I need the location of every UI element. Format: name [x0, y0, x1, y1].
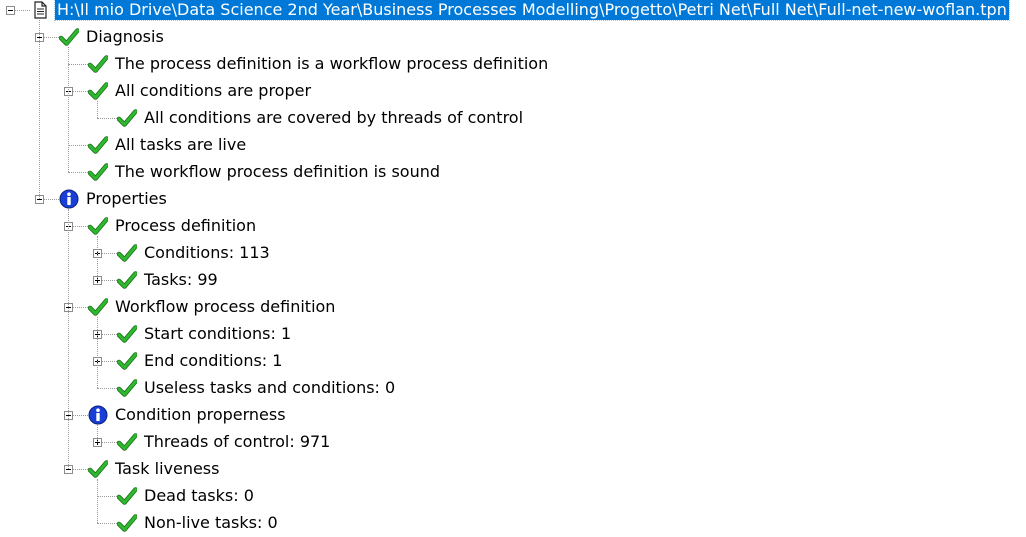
tree-connector: [97, 496, 117, 497]
tree-guide-line: [68, 209, 69, 469]
document-icon: [30, 0, 50, 20]
info-icon: [88, 405, 108, 425]
tree-node-label[interactable]: All conditions are proper: [113, 80, 313, 101]
check-icon: [116, 378, 138, 398]
tree-node-label[interactable]: Task liveness: [113, 458, 221, 479]
check-icon: [87, 135, 109, 155]
tree-node-label[interactable]: The workflow process definition is sound: [113, 161, 442, 182]
check-icon: [58, 27, 80, 47]
check-icon: [87, 459, 109, 479]
tree-node-label[interactable]: All tasks are live: [113, 134, 248, 155]
tree-connector: [68, 64, 88, 65]
check-icon: [116, 270, 138, 290]
tree-node-label[interactable]: Useless tasks and conditions: 0: [142, 377, 397, 398]
tree-guide-line: [97, 479, 98, 523]
tree-guide-line: [68, 47, 69, 172]
check-icon: [87, 216, 109, 236]
check-icon: [116, 108, 138, 128]
analysis-tree[interactable]: H:\Il mio Drive\Data Science 2nd Year\Bu…: [0, 0, 1026, 535]
tree-node-label[interactable]: Process definition: [113, 215, 258, 236]
check-icon: [116, 324, 138, 344]
check-icon: [116, 513, 138, 533]
info-icon: [59, 189, 79, 209]
tree-connector: [68, 172, 88, 173]
tree-guide-line: [97, 425, 98, 442]
tree-guide-line: [39, 20, 40, 199]
check-icon: [116, 351, 138, 371]
tree-connector: [97, 523, 117, 524]
tree-node-label[interactable]: Diagnosis: [84, 26, 166, 47]
tree-connector: [97, 388, 117, 389]
tree-node-label[interactable]: Start conditions: 1: [142, 323, 293, 344]
tree-connector: [97, 118, 117, 119]
tree-node-label[interactable]: Properties: [84, 188, 169, 209]
check-icon: [116, 486, 138, 506]
tree-guide-line: [97, 236, 98, 280]
tree-node-label[interactable]: Non-live tasks: 0: [142, 512, 280, 533]
tree-node-label[interactable]: Condition properness: [113, 404, 288, 425]
collapse-toggle[interactable]: [6, 6, 15, 15]
tree-node-label[interactable]: All conditions are covered by threads of…: [142, 107, 525, 128]
tree-guide-line: [97, 317, 98, 388]
tree-guide-line: [97, 101, 98, 118]
tree-node-label[interactable]: Workflow process definition: [113, 296, 337, 317]
tree-node-label[interactable]: The process definition is a workflow pro…: [113, 53, 550, 74]
check-icon: [116, 243, 138, 263]
tree-connector: [68, 145, 88, 146]
tree-node-label[interactable]: Dead tasks: 0: [142, 485, 256, 506]
check-icon: [87, 162, 109, 182]
tree-node-label[interactable]: End conditions: 1: [142, 350, 284, 371]
tree-root-path[interactable]: H:\Il mio Drive\Data Science 2nd Year\Bu…: [54, 0, 1010, 21]
tree-node-label[interactable]: Tasks: 99: [142, 269, 220, 290]
check-icon: [87, 297, 109, 317]
check-icon: [116, 432, 138, 452]
tree-node-label[interactable]: Threads of control: 971: [142, 431, 332, 452]
check-icon: [87, 81, 109, 101]
tree-node-label[interactable]: Conditions: 113: [142, 242, 272, 263]
check-icon: [87, 54, 109, 74]
